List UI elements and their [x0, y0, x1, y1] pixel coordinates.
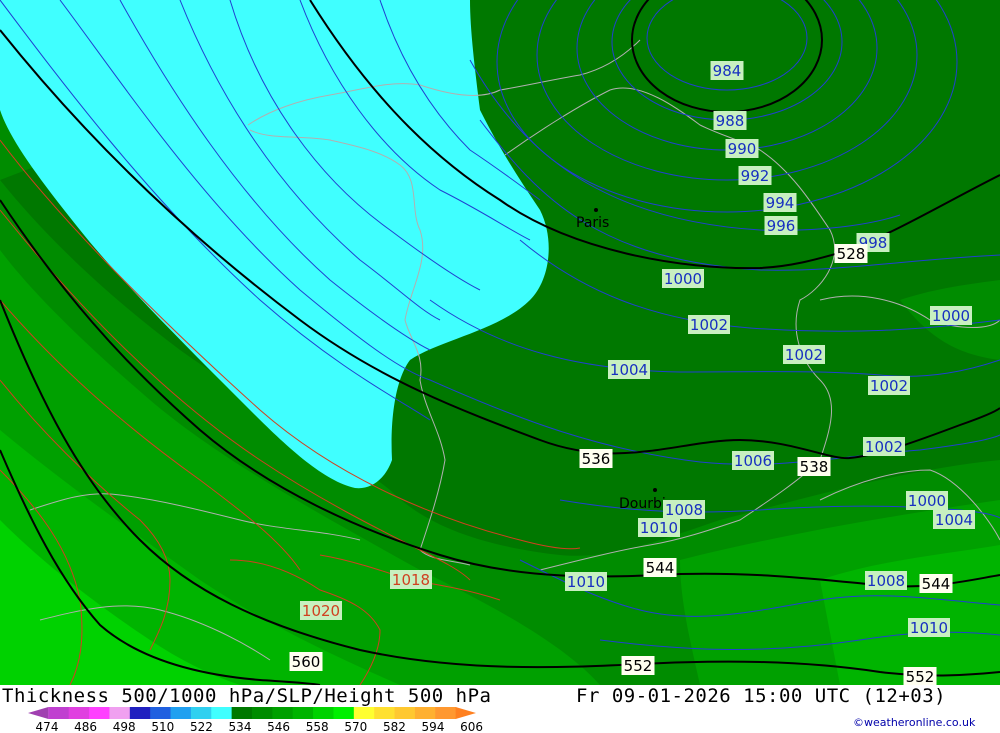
- contour-label: 1000: [664, 270, 702, 288]
- paris-marker: [594, 208, 598, 212]
- colorbar-cell: [414, 707, 436, 719]
- contour-label: 1020: [302, 602, 340, 620]
- contour-label: 528: [837, 245, 866, 263]
- contour-label: 552: [906, 668, 935, 685]
- colorbar-tick-label: 522: [189, 720, 213, 733]
- colorbar-cell: [68, 707, 90, 719]
- contour-label: 1004: [935, 511, 973, 529]
- colorbar-cell: [170, 707, 192, 719]
- colorbar-tick-label: 498: [112, 720, 136, 733]
- contour-label: 1010: [567, 573, 605, 591]
- contour-label: 1000: [908, 492, 946, 510]
- contour-label: 1010: [640, 519, 678, 537]
- contour-label: 992: [741, 167, 770, 185]
- colorbar-cell: [435, 707, 457, 719]
- colorbar-tick-label: 582: [382, 720, 406, 733]
- colorbar-cell: [292, 707, 314, 719]
- dourbies-marker: [653, 488, 657, 492]
- contour-label: 990: [728, 140, 757, 158]
- colorbar-tick-label: 474: [35, 720, 59, 733]
- contour-label: 1008: [665, 501, 703, 519]
- contour-label: 1000: [932, 307, 970, 325]
- colorbar-cell: [190, 707, 212, 719]
- colorbar: [28, 707, 476, 719]
- map-canvas: Paris Dourbies 9849889909929949969981000…: [0, 0, 1000, 685]
- colorbar-tick-label: 510: [151, 720, 175, 733]
- colorbar-cell: [455, 707, 476, 719]
- colorbar-cell: [109, 707, 131, 719]
- contour-label: 1018: [392, 571, 430, 589]
- contour-label: 984: [713, 62, 742, 80]
- map-title: Thickness 500/1000 hPa/SLP/Height 500 hP…: [2, 685, 492, 707]
- colorbar-tick-label: 546: [267, 720, 291, 733]
- contour-label: 544: [646, 559, 675, 577]
- contour-label: 994: [766, 194, 795, 212]
- footer: Thickness 500/1000 hPa/SLP/Height 500 hP…: [0, 685, 1000, 733]
- colorbar-cell: [129, 707, 151, 719]
- contour-label: 1002: [870, 377, 908, 395]
- contour-label: 544: [922, 575, 951, 593]
- colorbar-cell: [333, 707, 355, 719]
- colorbar-cell: [28, 707, 49, 719]
- contour-label: 988: [716, 112, 745, 130]
- colorbar-cell: [374, 707, 396, 719]
- contour-label: 552: [624, 657, 653, 675]
- colorbar-tick-label: 486: [74, 720, 98, 733]
- colorbar-cell: [211, 707, 233, 719]
- contour-label: 1002: [690, 316, 728, 334]
- colorbar-tick-label: 558: [305, 720, 329, 733]
- contour-label: 538: [800, 458, 829, 476]
- colorbar-cell: [252, 707, 273, 719]
- weather-map-page: { "header": { "title": "Thickness 500/10…: [0, 0, 1000, 733]
- colorbar-tick-label: 534: [228, 720, 252, 733]
- colorbar-cell: [89, 707, 110, 719]
- colorbar-tick-label: 570: [344, 720, 368, 733]
- contour-label: 560: [292, 653, 321, 671]
- contour-label: 996: [767, 217, 796, 235]
- colorbar-cell: [394, 707, 416, 719]
- contour-label: 1008: [867, 572, 905, 590]
- colorbar-cell: [48, 707, 70, 719]
- contour-label: 1002: [865, 438, 903, 456]
- valid-time: Fr 09-01-2026 15:00 UTC (12+03): [576, 685, 947, 707]
- contour-label: 1002: [785, 346, 823, 364]
- contour-label: 1006: [734, 452, 772, 470]
- colorbar-cell: [272, 707, 294, 719]
- contour-label: 1004: [610, 361, 648, 379]
- contour-label: 1010: [910, 619, 948, 637]
- colorbar-tick-label: 606: [460, 720, 484, 733]
- colorbar-ticks: 474 486 498 510 522 534 546 558 570 582 594 606: [30, 720, 510, 733]
- colorbar-cell: [313, 707, 334, 719]
- colorbar-cell: [231, 707, 253, 719]
- place-label: Paris: [576, 215, 609, 231]
- credit-link[interactable]: ©weatheronline.co.uk: [853, 716, 975, 729]
- colorbar-tick-label: 594: [421, 720, 445, 733]
- contour-label: 536: [582, 450, 611, 468]
- colorbar-cell: [150, 707, 172, 719]
- colorbar-cell: [353, 707, 375, 719]
